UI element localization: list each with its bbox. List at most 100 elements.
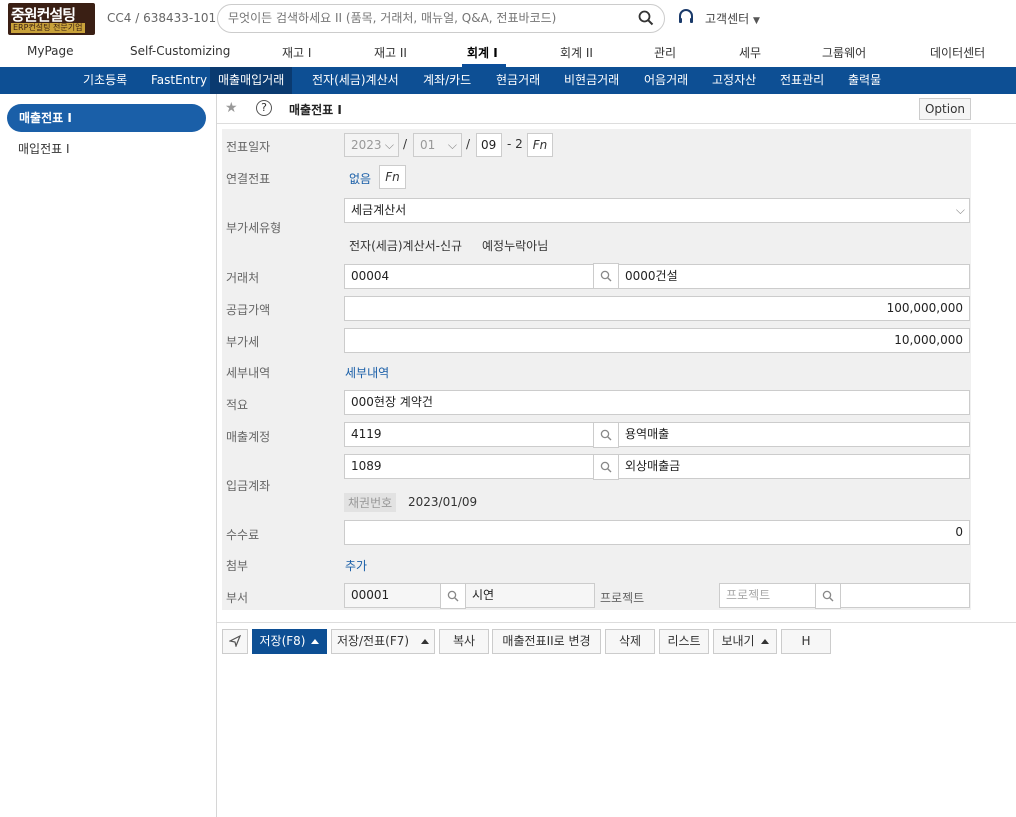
deposit-account-search-button[interactable]: [593, 454, 619, 480]
sales-account-search-button[interactable]: [593, 422, 619, 448]
copy-button[interactable]: 복사: [439, 629, 489, 654]
menu-inventory-2[interactable]: 재고 II: [374, 44, 407, 61]
month-value: 01: [420, 138, 436, 152]
fee-input[interactable]: 0: [344, 520, 970, 545]
bond-number-tag[interactable]: 채권번호: [344, 493, 397, 512]
submenu-non-cash[interactable]: 비현금거래: [556, 67, 627, 94]
menu-datacenter[interactable]: 데이터센터: [930, 44, 985, 61]
content-header: ★ ? 매출전표 I Option: [217, 94, 1016, 124]
summary-label: 적요: [226, 398, 249, 412]
submenu-sales-purchase[interactable]: 매출매입거래: [210, 67, 293, 94]
vat-type-label: 부가세유형: [226, 221, 282, 235]
menu-accounting-2[interactable]: 회계 II: [560, 44, 593, 61]
sales-account-label: 매출계정: [226, 430, 271, 444]
project-name-input[interactable]: [840, 583, 970, 608]
search-icon: [447, 590, 459, 602]
linked-slip-label: 연결전표: [226, 172, 271, 186]
fee-label: 수수료: [226, 528, 260, 542]
customer-center-menu[interactable]: 고객센터 ▼: [705, 10, 760, 27]
menu-mypage[interactable]: MyPage: [27, 44, 74, 58]
headset-icon[interactable]: [677, 8, 695, 29]
date-separator: /: [403, 137, 408, 151]
logo-text: 중원컨설팅: [11, 6, 76, 24]
day-input[interactable]: 09: [476, 133, 502, 157]
submenu-basic[interactable]: 기초등록: [75, 67, 135, 94]
change-slip-button[interactable]: 매출전표II로 변경: [492, 629, 601, 654]
dept-label: 부서: [226, 591, 249, 605]
submenu-print[interactable]: 출력물: [840, 67, 889, 94]
export-label: 보내기: [721, 634, 755, 648]
dept-name-input[interactable]: 시연: [465, 583, 595, 608]
submenu-fixed-assets[interactable]: 고정자산: [704, 67, 764, 94]
customer-label: 거래처: [226, 271, 260, 285]
vat-amount-input[interactable]: 10,000,000: [344, 328, 970, 353]
year-select[interactable]: 2023 ⌵: [344, 133, 399, 157]
bond-date: 2023/01/09: [408, 495, 478, 509]
submenu-e-invoice[interactable]: 전자(세금)계산서: [304, 67, 407, 94]
option-button[interactable]: Option: [919, 98, 971, 120]
submenu-slip-mgmt[interactable]: 전표관리: [772, 67, 832, 94]
delete-button[interactable]: 삭제: [605, 629, 655, 654]
vat-amount-label: 부가세: [226, 335, 260, 349]
sales-account-name-input[interactable]: 용역매출: [618, 422, 970, 447]
chevron-down-icon: ⌵: [447, 138, 457, 152]
menu-groupware[interactable]: 그룹웨어: [822, 44, 866, 61]
list-button[interactable]: 리스트: [659, 629, 709, 654]
customer-search-button[interactable]: [593, 263, 619, 289]
vat-type-select[interactable]: 세금계산서 ⌵: [344, 198, 970, 223]
dept-search-button[interactable]: [440, 583, 466, 609]
menu-accounting-1[interactable]: 회계 I: [467, 44, 498, 61]
caret-up-icon: [311, 639, 320, 644]
page-title: 매출전표 I: [289, 103, 342, 117]
menu-inventory-1[interactable]: 재고 I: [282, 44, 311, 61]
search-input[interactable]: [228, 11, 628, 25]
deposit-account-name-input[interactable]: 외상매출금: [618, 454, 970, 479]
global-search-box[interactable]: [217, 4, 665, 33]
attach-label: 첨부: [226, 559, 249, 573]
submenu-fastentry[interactable]: FastEntry: [143, 67, 215, 94]
submenu-notes[interactable]: 어음거래: [636, 67, 696, 94]
linked-slip-value[interactable]: 없음: [349, 170, 371, 187]
export-button[interactable]: 보내기: [713, 629, 777, 654]
save-button[interactable]: 저장(F8): [252, 629, 327, 654]
search-icon: [822, 590, 834, 602]
help-icon[interactable]: ?: [256, 100, 272, 116]
date-fn-button[interactable]: Fn: [527, 133, 553, 157]
search-icon: [600, 429, 612, 441]
chevron-down-icon: ⌵: [955, 203, 965, 217]
main-menu: MyPage Self-Customizing 재고 I 재고 II 회계 I …: [0, 40, 1016, 66]
chevron-down-icon: ⌵: [384, 138, 394, 152]
dept-code-input[interactable]: 00001: [344, 583, 441, 608]
search-icon: [600, 270, 612, 282]
left-panel: 매출전표 I 매입전표 I: [0, 94, 217, 817]
star-icon[interactable]: ★: [225, 100, 238, 116]
left-item-sales-slip[interactable]: 매출전표 I: [7, 104, 206, 132]
submenu-cash[interactable]: 현금거래: [488, 67, 548, 94]
summary-input[interactable]: 000현장 계약건: [344, 390, 970, 415]
caret-up-icon: [421, 639, 430, 644]
year-value: 2023: [351, 138, 382, 152]
detail-link[interactable]: 세부내역: [345, 364, 389, 381]
deposit-account-code-input[interactable]: 1089: [344, 454, 594, 479]
save-slip-button[interactable]: 저장/전표(F7): [331, 629, 435, 654]
sales-account-code-input[interactable]: 4119: [344, 422, 594, 447]
menu-tax[interactable]: 세무: [739, 44, 761, 61]
search-icon[interactable]: [638, 10, 654, 29]
customer-name-input[interactable]: 0000건설: [618, 264, 970, 289]
send-icon[interactable]: [222, 629, 248, 654]
left-item-purchase-slip[interactable]: 매입전표 I: [18, 140, 70, 157]
h-button[interactable]: H: [781, 629, 831, 654]
menu-self-customizing[interactable]: Self-Customizing: [130, 44, 230, 58]
project-code-input[interactable]: 프로젝트: [719, 583, 816, 608]
project-search-button[interactable]: [815, 583, 841, 609]
linked-fn-button[interactable]: Fn: [379, 165, 406, 189]
customer-code-input[interactable]: 00004: [344, 264, 594, 289]
vat-tag-not-omitted: 예정누락아님: [482, 239, 549, 253]
month-select[interactable]: 01 ⌵: [413, 133, 462, 157]
logo-subtext: ERP컨설팅 전문기업: [11, 23, 85, 33]
company-logo[interactable]: 중원컨설팅 ERP컨설팅 전문기업: [8, 3, 95, 35]
menu-management[interactable]: 관리: [654, 44, 676, 61]
supply-amount-input[interactable]: 100,000,000: [344, 296, 970, 321]
submenu-account-card[interactable]: 계좌/카드: [415, 67, 479, 94]
attach-add-link[interactable]: 추가: [345, 557, 367, 574]
